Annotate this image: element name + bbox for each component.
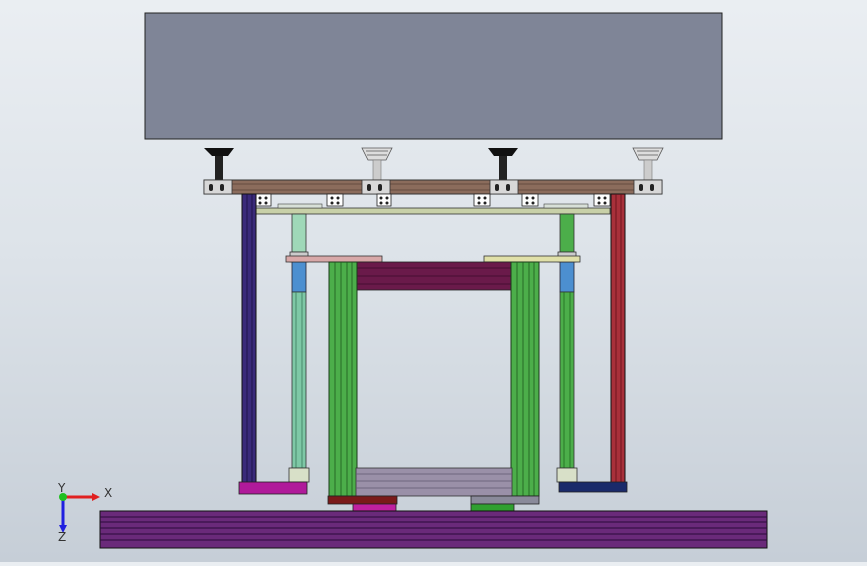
triad-z-label: Z	[58, 530, 66, 544]
inner-guide-right[interactable]	[510, 261, 540, 497]
right-foot[interactable]	[558, 481, 628, 493]
standoff-4[interactable]	[632, 147, 664, 183]
graphics-viewport[interactable]: X Y Z	[0, 0, 867, 562]
inner-plate-left[interactable]	[285, 255, 383, 263]
right-outer-post[interactable]	[610, 193, 626, 485]
left-cylinder[interactable]	[288, 213, 310, 483]
standoff-2[interactable]	[361, 147, 393, 183]
top-box[interactable]	[355, 261, 513, 291]
beam-bracket-mid-right[interactable]	[489, 179, 519, 195]
standoff-1[interactable]	[204, 148, 234, 182]
upper-panel[interactable]	[144, 12, 723, 140]
triad-x-label: X	[104, 486, 112, 500]
plate-pad-left	[277, 203, 323, 209]
cross-beam[interactable]	[203, 179, 663, 195]
base-rail[interactable]	[99, 510, 768, 549]
beam-bracket-mid-left[interactable]	[361, 179, 391, 195]
standoff-3[interactable]	[488, 148, 518, 182]
center-foot-left[interactable]	[327, 495, 398, 505]
left-outer-post[interactable]	[241, 193, 257, 485]
left-foot[interactable]	[238, 481, 308, 495]
plate-pad-right	[543, 203, 589, 209]
inner-guide-left[interactable]	[328, 261, 358, 497]
inner-plate-right[interactable]	[483, 255, 581, 263]
beam-bracket-right[interactable]	[633, 179, 663, 195]
model-canvas[interactable]: X Y Z	[0, 0, 867, 562]
triad-y-label: Y	[57, 481, 66, 495]
center-foot-right[interactable]	[470, 495, 540, 505]
bottom-box[interactable]	[355, 467, 513, 497]
right-cylinder[interactable]	[556, 213, 578, 483]
lower-plate[interactable]	[255, 207, 611, 215]
beam-bracket-left[interactable]	[203, 179, 233, 195]
